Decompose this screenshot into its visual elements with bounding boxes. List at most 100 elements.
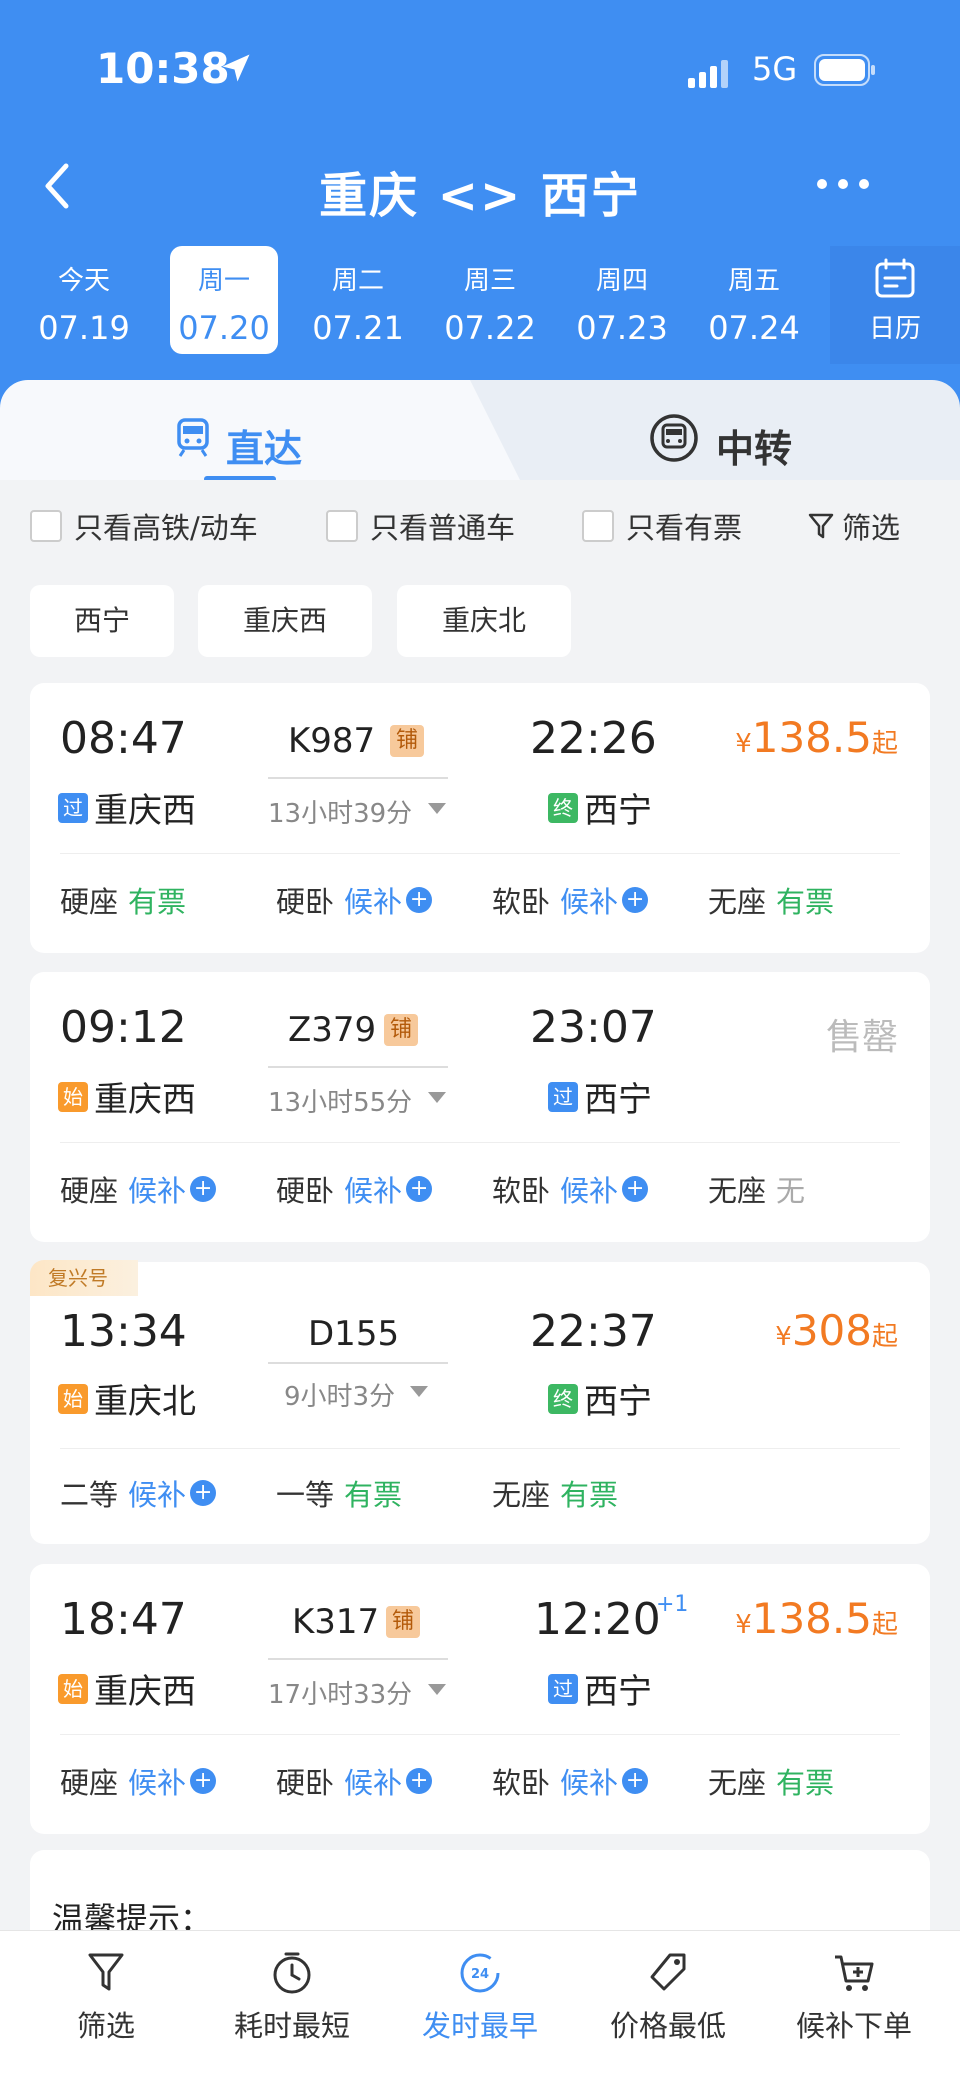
chevron-down-icon xyxy=(410,1386,428,1397)
train-card[interactable]: 复兴号 13:34 D155 9小时3分 22:37 ¥308起 始重庆北 终西… xyxy=(30,1260,930,1544)
date-weekday: 周一 xyxy=(197,266,250,296)
travel-duration: 13小时39分 xyxy=(268,799,413,829)
date-selector: 今天 07.19 周一 07.20 周二 07.21 周三 07.22 周四 07.23 … xyxy=(30,246,960,364)
station-name: 西宁 xyxy=(584,1672,652,1712)
seat-no-seat[interactable]: 无座 有票 xyxy=(492,1472,618,1514)
calendar-button[interactable]: 日历 xyxy=(830,246,960,364)
station-chip[interactable]: 西宁 xyxy=(30,585,174,657)
date-today[interactable]: 今天 07.19 xyxy=(30,246,138,354)
divider xyxy=(60,1448,900,1449)
calendar-icon xyxy=(875,258,915,298)
route-line xyxy=(268,777,448,779)
add-waitlist-icon: + xyxy=(622,1176,649,1202)
seat-hard-seat[interactable]: 硬座 候补 + xyxy=(60,1168,217,1210)
seat-status: 有票 xyxy=(776,885,835,919)
more-options-button[interactable] xyxy=(808,164,878,204)
checkbox-label: 只看普通车 xyxy=(370,511,516,545)
24h-icon: 24 xyxy=(460,1953,500,1993)
train-number: Z379 xyxy=(288,1010,377,1050)
add-waitlist-icon: + xyxy=(622,887,649,913)
filter-high-speed-checkbox[interactable]: 只看高铁/动车 xyxy=(30,505,258,547)
date-value: 07.22 xyxy=(444,309,536,347)
price-suffix: 起 xyxy=(871,1610,898,1640)
date-value: 07.24 xyxy=(708,309,800,347)
filter-available-checkbox[interactable]: 只看有票 xyxy=(582,505,742,547)
price-suffix: 起 xyxy=(871,1322,898,1352)
train-number: K317 xyxy=(292,1602,380,1642)
berth-badge: 铺 xyxy=(390,725,424,757)
status-time: 10:38 xyxy=(96,44,230,93)
seat-name: 软卧 xyxy=(492,1174,551,1208)
train-card[interactable]: 09:12 Z379 铺 13小时55分 23:07 售罄 始重庆西 过西宁 硬… xyxy=(30,972,930,1242)
date-thu[interactable]: 周四 07.23 xyxy=(568,246,676,354)
seat-hard-sleeper[interactable]: 硬卧 候补 + xyxy=(276,1760,433,1802)
train-card[interactable]: 18:47 K317 铺 17小时33分 12:20 +1 ¥138.5起 始重… xyxy=(30,1564,930,1834)
arrival-time: 22:37 xyxy=(530,1306,657,1357)
seat-second-class[interactable]: 二等 候补 + xyxy=(60,1472,217,1514)
sort-earliest-button[interactable]: 24 发时最早 xyxy=(400,1951,560,2045)
date-wed[interactable]: 周三 07.22 xyxy=(436,246,544,354)
filter-normal-checkbox[interactable]: 只看普通车 xyxy=(326,505,515,547)
date-mon-selected[interactable]: 周一 07.20 xyxy=(170,246,278,354)
station-name: 重庆西 xyxy=(94,791,196,831)
seat-hard-seat[interactable]: 硬座 候补 + xyxy=(60,1760,217,1802)
station-name: 西宁 xyxy=(584,791,652,831)
tab-direct[interactable]: 直达 xyxy=(0,380,520,480)
travel-duration: 17小时33分 xyxy=(268,1680,413,1710)
terminal-tag: 终 xyxy=(548,1383,578,1414)
seat-soft-sleeper[interactable]: 软卧 候补 + xyxy=(492,1760,649,1802)
filter-bar: 只看高铁/动车 只看普通车 只看有票 筛选 xyxy=(30,505,930,555)
arrival-station: 过西宁 xyxy=(548,1072,652,1121)
seat-status: 无 xyxy=(776,1174,806,1208)
tab-transfer[interactable]: 中转 xyxy=(620,380,940,480)
seat-name: 硬卧 xyxy=(276,1766,335,1800)
seat-hard-seat[interactable]: 硬座 有票 xyxy=(60,879,186,921)
seat-hard-sleeper[interactable]: 硬卧 候补 + xyxy=(276,879,433,921)
terminal-tag: 终 xyxy=(548,792,578,823)
date-weekday: 周四 xyxy=(595,266,648,296)
departure-time: 13:34 xyxy=(60,1306,187,1357)
seat-name: 无座 xyxy=(708,885,767,919)
departure-time: 08:47 xyxy=(60,713,187,764)
station-name: 西宁 xyxy=(584,1080,652,1120)
price: ¥138.5起 xyxy=(735,713,898,762)
location-arrow-icon xyxy=(222,54,250,82)
signal-icon xyxy=(688,60,728,88)
checkbox-box xyxy=(30,510,62,542)
pass-through-tag: 过 xyxy=(58,792,88,823)
date-fri[interactable]: 周五 07.24 xyxy=(700,246,808,354)
station-chip[interactable]: 重庆北 xyxy=(397,585,571,657)
seat-soft-sleeper[interactable]: 软卧 候补 + xyxy=(492,1168,649,1210)
seat-status: 有票 xyxy=(560,1478,619,1512)
date-value: 07.19 xyxy=(38,309,130,347)
sort-lowest-price-button[interactable]: 价格最低 xyxy=(588,1951,748,2045)
divider xyxy=(60,853,900,854)
sort-filter-button[interactable]: 筛选 xyxy=(26,1951,186,2045)
arrival-time: 23:07 xyxy=(530,1002,657,1053)
sold-out-label: 售罄 xyxy=(825,1017,898,1058)
filter-button[interactable]: 筛选 xyxy=(808,505,900,547)
train-card[interactable]: 08:47 K987 铺 13小时39分 22:26 ¥138.5起 过重庆西 … xyxy=(30,683,930,953)
date-tue[interactable]: 周二 07.21 xyxy=(304,246,412,354)
sort-shortest-button[interactable]: 耗时最短 xyxy=(212,1951,372,2045)
station-chip[interactable]: 重庆西 xyxy=(198,585,372,657)
tab-direct-label: 直达 xyxy=(226,427,303,471)
seat-no-seat[interactable]: 无座 有票 xyxy=(708,1760,834,1802)
seat-hard-sleeper[interactable]: 硬卧 候补 + xyxy=(276,1168,433,1210)
seat-first-class[interactable]: 一等 有票 xyxy=(276,1472,402,1514)
seat-no-seat[interactable]: 无座无 xyxy=(708,1168,805,1210)
price-symbol: ¥ xyxy=(735,729,752,759)
departure-station: 过重庆西 xyxy=(58,783,196,832)
seat-no-seat[interactable]: 无座 有票 xyxy=(708,879,834,921)
24h-icon-text: 24 xyxy=(471,1967,489,1982)
price-value: 138.5 xyxy=(751,1594,872,1643)
cart-icon xyxy=(835,1955,874,1991)
seat-status: 候补 xyxy=(128,1174,187,1208)
travel-duration: 13小时55分 xyxy=(268,1088,413,1118)
origin-tag: 始 xyxy=(58,1081,88,1112)
next-day-indicator: +1 xyxy=(656,1592,689,1617)
waitlist-order-button[interactable]: 候补下单 xyxy=(774,1951,934,2045)
seat-name: 硬卧 xyxy=(276,1174,335,1208)
seat-soft-sleeper[interactable]: 软卧 候补 + xyxy=(492,879,649,921)
sort-label: 耗时最短 xyxy=(233,2009,350,2043)
